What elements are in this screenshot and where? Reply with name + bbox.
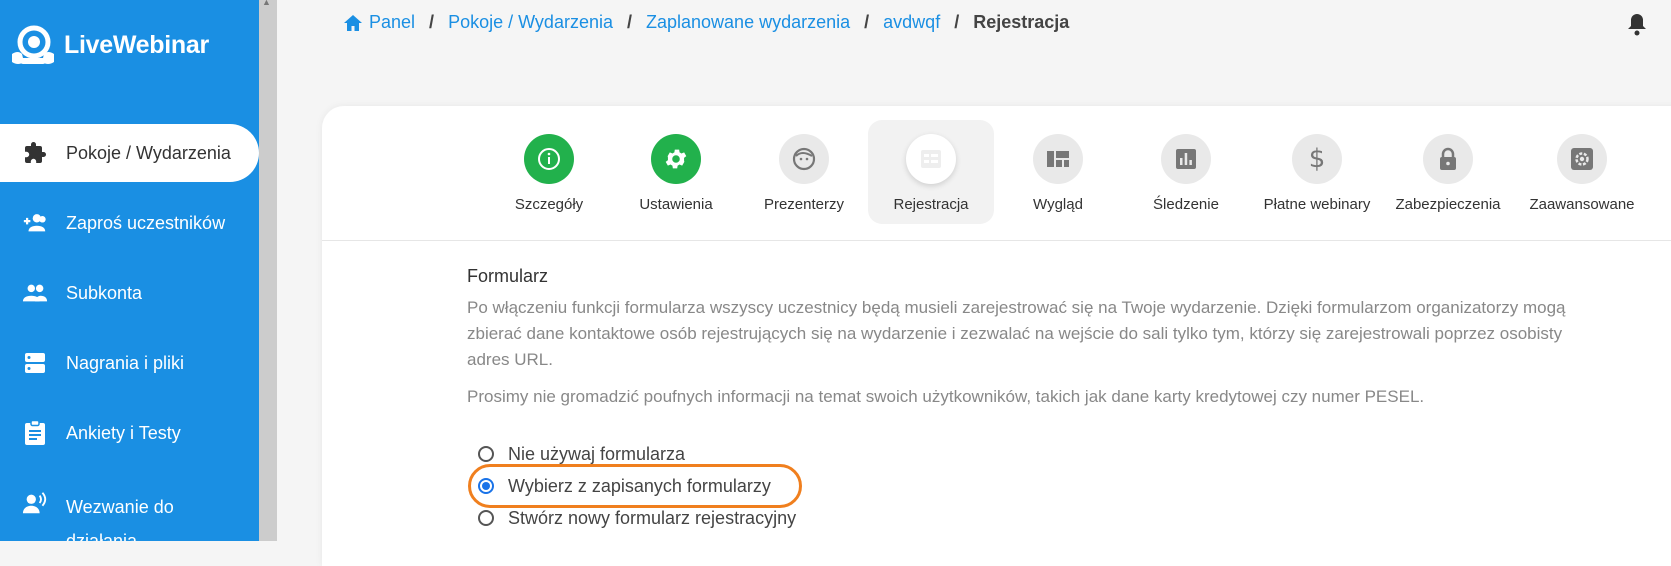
tab-security[interactable]: Zabezpieczenia	[1385, 120, 1511, 224]
brand-logo[interactable]: LiveWebinar	[10, 24, 209, 66]
radio-label: Nie używaj formularza	[508, 443, 686, 464]
tab-label: Prezenterzy	[763, 196, 845, 213]
tab-label: Rejestracja	[893, 196, 969, 213]
tab-registration[interactable]: Rejestracja	[868, 120, 994, 224]
lock-icon	[1423, 134, 1473, 184]
breadcrumb-separator: /	[864, 12, 870, 32]
tab-label: Ustawienia	[639, 196, 713, 213]
group-icon	[22, 280, 48, 306]
tab-settings[interactable]: Ustawienia	[613, 120, 739, 224]
tab-appearance[interactable]: Wygląd	[995, 120, 1121, 224]
tab-label: Szczegóły	[514, 196, 584, 213]
logo-area: LiveWebinar	[0, 0, 259, 125]
home-icon[interactable]	[343, 14, 363, 32]
sidebar-nav: Pokoje / Wydarzenia Zaproś uczestników S…	[0, 124, 259, 541]
puzzle-icon	[22, 140, 48, 166]
dollar-icon: $	[1292, 134, 1342, 184]
breadcrumb: Panel / Pokoje / Wydarzenia / Zaplanowan…	[343, 12, 1069, 33]
form-icon	[906, 134, 956, 184]
sidebar-item-label: Nagrania i pliki	[66, 352, 185, 373]
brand-name: LiveWebinar	[64, 30, 209, 59]
tab-label: Zabezpieczenia	[1395, 196, 1501, 213]
breadcrumb-separator: /	[429, 12, 435, 32]
selection-highlight	[468, 464, 802, 508]
tab-label: Wygląd	[1033, 196, 1083, 213]
tab-advanced[interactable]: Zaawansowane	[1519, 120, 1645, 224]
add-users-icon	[22, 210, 48, 236]
tab-presenters[interactable]: Prezenterzy	[741, 120, 867, 224]
tab-tracking[interactable]: Śledzenie	[1123, 120, 1249, 224]
settings-tabs: Szczegóły Ustawienia Prezenterzy Rejestr…	[322, 106, 1671, 241]
breadcrumb-separator: /	[626, 12, 632, 32]
sidebar-item-label: Ankiety i Testy	[66, 422, 181, 443]
breadcrumb-panel[interactable]: Panel	[369, 12, 415, 33]
sidebar-item-call-to-action[interactable]: Wezwanie do działania	[0, 474, 259, 541]
tab-details[interactable]: Szczegóły	[486, 120, 612, 224]
breadcrumb-separator: /	[954, 12, 960, 32]
sidebar-item-invite[interactable]: Zaproś uczestników	[0, 194, 259, 252]
tab-label: Zaawansowane	[1529, 196, 1635, 213]
bell-icon	[1628, 14, 1646, 36]
sidebar-item-label: Subkonta	[66, 282, 143, 303]
tab-paid-webinars[interactable]: $ Płatne webinary	[1254, 120, 1380, 224]
face-icon	[779, 134, 829, 184]
form-section: Formularz Po włączeniu funkcji formularz…	[467, 266, 1567, 424]
sidebar-item-surveys[interactable]: Ankiety i Testy	[0, 404, 259, 462]
breadcrumb-current: Rejestracja	[973, 12, 1070, 32]
sidebar-item-recordings[interactable]: Nagrania i pliki	[0, 334, 259, 392]
sidebar-item-label: Wezwanie do działania	[66, 497, 174, 541]
livewebinar-logo-icon	[12, 25, 54, 64]
tab-label: Śledzenie	[1153, 196, 1219, 213]
gear-icon	[651, 134, 701, 184]
sidebar-item-label: Pokoje / Wydarzenia	[66, 142, 231, 163]
radio-label: Stwórz nowy formularz rejestracyjny	[508, 507, 797, 528]
sidebar: LiveWebinar Pokoje / Wydarzenia Zaproś u…	[0, 0, 259, 541]
storage-icon	[22, 350, 48, 376]
breadcrumb-event[interactable]: avdwqf	[883, 12, 940, 33]
clipboard-icon	[22, 420, 48, 446]
advanced-settings-icon	[1557, 134, 1607, 184]
notifications-button[interactable]	[1626, 12, 1648, 41]
form-section-note: Prosimy nie gromadzić poufnych informacj…	[467, 387, 1425, 406]
sidebar-item-label: Zaproś uczestników	[66, 212, 226, 233]
scroll-up-icon[interactable]: ▲	[262, 0, 271, 7]
info-icon	[524, 134, 574, 184]
sidebar-scrollbar[interactable]: ▲	[259, 0, 277, 541]
sidebar-item-subaccounts[interactable]: Subkonta	[0, 264, 259, 322]
breadcrumb-scheduled-events[interactable]: Zaplanowane wydarzenia	[646, 12, 850, 33]
breadcrumb-rooms-events[interactable]: Pokoje / Wydarzenia	[448, 12, 613, 33]
radio-button[interactable]	[478, 446, 494, 462]
layout-icon	[1033, 134, 1083, 184]
form-section-title: Formularz	[467, 266, 549, 286]
voice-call-icon	[22, 490, 48, 516]
form-section-description: Po włączeniu funkcji formularza wszyscy …	[467, 298, 1566, 369]
sidebar-item-rooms-events[interactable]: Pokoje / Wydarzenia	[0, 124, 259, 182]
chart-icon	[1161, 134, 1211, 184]
radio-button[interactable]	[478, 510, 494, 526]
tab-label: Płatne webinary	[1263, 196, 1371, 213]
